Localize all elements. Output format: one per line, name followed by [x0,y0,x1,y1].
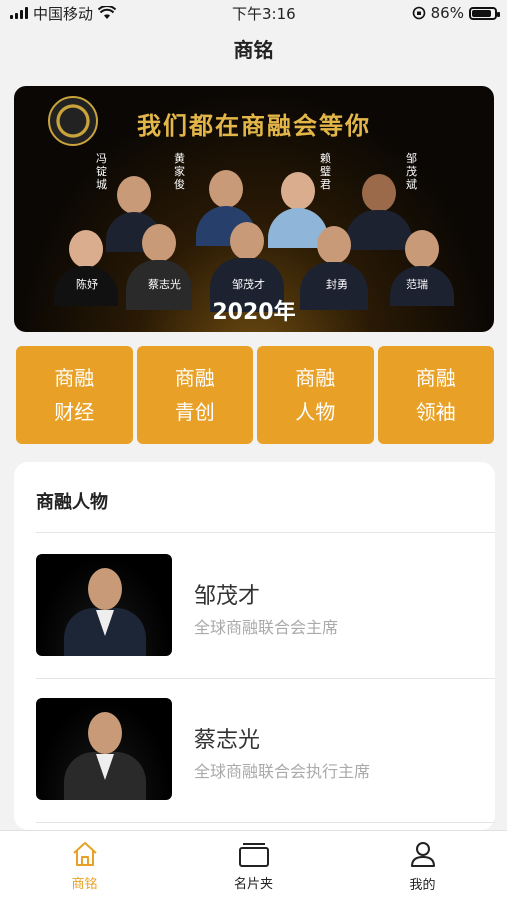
banner-year: 2020年 [212,300,296,325]
person-photo [36,698,172,800]
divider [36,532,495,533]
banner-name: 范瑞 [406,278,428,291]
tab-label: 商铭 [71,876,98,892]
person-name: 蔡志光 [194,728,261,753]
battery-percent: 86% [430,4,464,22]
tab-home[interactable]: 商铭 [0,831,169,901]
signal-icon [10,7,28,19]
banner-name: 邹茂才 [232,278,265,291]
tab-label: 我的 [409,877,436,893]
category-leaders-button[interactable]: 商融 领袖 [377,346,494,444]
banner-name: 冯锭城 [96,152,107,191]
home-icon [72,841,97,866]
tab-cards[interactable]: 名片夹 [169,831,338,901]
divider [36,678,495,679]
banner-name: 赖璧君 [320,152,331,191]
tab-bar: 商铭 名片夹 我的 [0,830,507,901]
status-bar: 中国移动 下午3:16 86% [0,0,507,26]
category-label: 青创 [174,400,215,424]
user-icon [410,841,435,867]
category-label: 商融 [174,366,215,390]
tab-label: 名片夹 [233,876,273,892]
banner-headline: 我们都在商融会等你 [137,111,371,140]
banner-name: 黄家俊 [174,152,185,191]
page-title: 商铭 [233,38,274,62]
rotation-lock-icon [412,6,425,20]
category-label: 商融 [295,366,336,390]
person-role: 全球商融联合会执行主席 [194,762,371,781]
category-youth-button[interactable]: 商融 青创 [136,346,253,444]
battery-icon [468,6,500,20]
banner-name: 陈妤 [76,278,98,291]
category-people-button[interactable]: 商融 人物 [257,346,374,444]
person-name: 邹茂才 [194,584,261,609]
wifi-icon [98,6,117,19]
banner-name: 封勇 [326,278,348,291]
banner-name: 蔡志光 [148,278,181,291]
category-label: 人物 [295,400,336,424]
person-role: 全球商融联合会主席 [194,618,339,637]
banner-name: 邹茂斌 [406,152,417,191]
tab-profile[interactable]: 我的 [338,831,507,901]
category-finance-button[interactable]: 商融 财经 [16,346,133,444]
carrier-label: 中国移动 [33,4,94,23]
section-title: 商融人物 [36,492,108,513]
cards-icon [238,842,269,867]
promo-banner[interactable]: 我们都在商融会等你 冯锭城 黄家俊 赖璧君 邹茂斌 陈妤 蔡志光 邹茂才 封勇 … [14,86,494,332]
person-photo [36,554,172,656]
category-label: 领袖 [415,400,456,424]
category-grid: 商融 财经 商融 青创 商融 人物 商融 领袖 [16,346,494,444]
people-section: 商融人物 邹茂才 全球商融联合会主席 蔡志光 全球商融联合会执行主席 [14,462,495,830]
category-label: 商融 [415,366,456,390]
list-item[interactable]: 蔡志光 全球商融联合会执行主席 [36,698,495,800]
category-label: 商融 [54,366,95,390]
list-item[interactable]: 邹茂才 全球商融联合会主席 [36,554,495,656]
clock: 下午3:16 [231,4,296,23]
divider [36,822,495,823]
category-label: 财经 [54,400,95,424]
